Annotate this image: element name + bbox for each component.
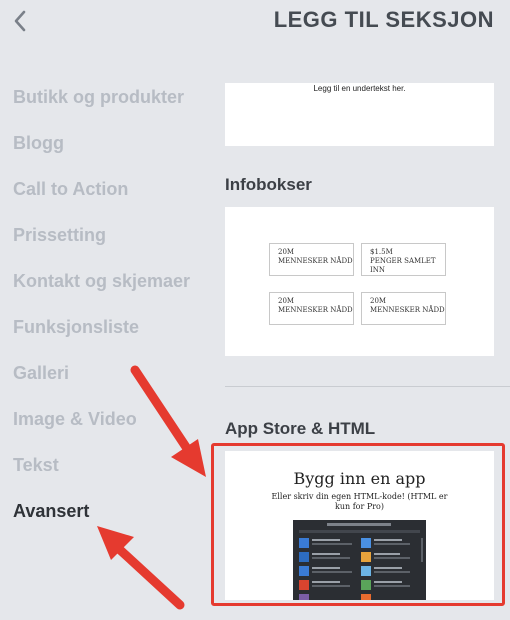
- info-box-label: MENNESKER NÅDD: [370, 306, 445, 314]
- info-box-label: MENNESKER NÅDD: [278, 257, 353, 265]
- info-box-value: 20M: [278, 248, 295, 256]
- info-box-value: $1.5M: [370, 248, 393, 256]
- nav-item-prissetting[interactable]: Prissetting: [13, 222, 213, 268]
- info-box: $1.5M PENGER SAMLET INN: [361, 243, 446, 276]
- info-box: 20M MENNESKER NÅDD: [269, 292, 354, 325]
- app-store-heading: App Store & HTML: [225, 419, 376, 438]
- nav-item-avansert[interactable]: Avansert: [13, 498, 213, 544]
- nav-item-blogg[interactable]: Blogg: [13, 130, 213, 176]
- nav-item-image-video[interactable]: Image & Video: [13, 406, 213, 452]
- page-title: LEGG TIL SEKSJON: [273, 7, 494, 32]
- info-box-label: MENNESKER NÅDD: [278, 306, 353, 314]
- info-box: 20M MENNESKER NÅDD: [361, 292, 446, 325]
- section-category-nav: Butikk og produkter Blogg Call to Action…: [13, 84, 213, 544]
- nav-item-kontakt[interactable]: Kontakt og skjemaer: [13, 268, 213, 314]
- infobokser-heading: Infobokser: [225, 175, 312, 194]
- info-box-value: 20M: [278, 297, 295, 305]
- nav-item-galleri[interactable]: Galleri: [13, 360, 213, 406]
- info-box-label: PENGER SAMLET INN: [370, 257, 436, 274]
- nav-item-tekst[interactable]: Tekst: [13, 452, 213, 498]
- text-section-preview[interactable]: Legg til en undertekst her.: [225, 83, 494, 146]
- info-box: 20M MENNESKER NÅDD: [269, 243, 354, 276]
- section-divider: [225, 386, 510, 387]
- nav-item-butikk[interactable]: Butikk og produkter: [13, 84, 213, 130]
- nav-item-call-to-action[interactable]: Call to Action: [13, 176, 213, 222]
- back-chevron-icon[interactable]: [10, 8, 32, 34]
- info-box-value: 20M: [370, 297, 387, 305]
- highlight-box: [211, 443, 505, 606]
- nav-item-funksjonsliste[interactable]: Funksjonsliste: [13, 314, 213, 360]
- text-preview-subtitle: Legg til en undertekst her.: [313, 84, 406, 93]
- infobokser-preview[interactable]: 20M MENNESKER NÅDD $1.5M PENGER SAMLET I…: [225, 207, 494, 356]
